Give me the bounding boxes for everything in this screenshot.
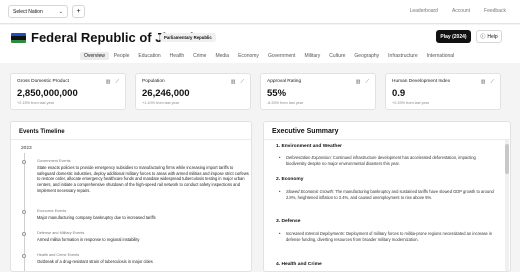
tab-international[interactable]: International [423, 52, 459, 60]
stat-change: +0.33% from last year [392, 101, 430, 105]
help-button[interactable]: ⓘ Help [476, 30, 502, 43]
event-text: Armed militia formation in response to r… [37, 237, 140, 242]
event-category: Economic Events [37, 209, 67, 213]
summary-section-heading: 1. Environment and Weather [276, 144, 342, 149]
government-badge: Parliamentary Republic [160, 33, 216, 42]
stat-label: Human Development Index [392, 79, 451, 84]
flag-band-bottom [11, 39, 26, 43]
leaderboard-link[interactable]: Leaderboard [410, 8, 438, 14]
stat-card-population: Population ▥ ⟋ 26,246,000 +1.10% from las… [135, 73, 251, 110]
summary-item-lead: Slowed Economic Growth: [286, 189, 335, 194]
account-link[interactable]: Account [452, 8, 470, 14]
stat-card-approval: Approval Rating ▥ ⟋ 55% -8.33% from last … [260, 73, 376, 110]
section-tabs: Overview People Education Health Crime M… [80, 52, 458, 60]
bullet-icon: • [279, 155, 281, 160]
stat-value: 26,246,000 [142, 88, 190, 99]
tab-people[interactable]: People [110, 52, 134, 60]
top-links: Leaderboard Account Feedback [410, 8, 506, 14]
summary-scrollbar[interactable] [505, 140, 509, 271]
chevron-down-icon: ⌄ [58, 8, 63, 15]
event-text: Outbreak of a drug-resistant strain of t… [37, 259, 153, 264]
tab-media[interactable]: Media [211, 52, 233, 60]
event-category: Health and Crime Events [37, 253, 80, 257]
nation-select[interactable]: Select Nation ⌄ [8, 5, 68, 18]
bar-chart-icon[interactable]: ▥ [231, 79, 236, 85]
nation-header: Federal Republic of Jimaria Parliamentar… [0, 25, 520, 63]
tab-economy[interactable]: Economy [234, 52, 263, 60]
nation-select-label: Select Nation [13, 8, 43, 15]
stat-value: 0.9 [392, 88, 406, 99]
bar-chart-icon[interactable]: ▥ [481, 79, 486, 85]
stat-value: 2,850,000,000 [17, 88, 78, 99]
top-bar: Select Nation ⌄ + Leaderboard Account Fe… [0, 0, 520, 24]
divider [264, 139, 510, 140]
stat-change: +2.15% from last year [17, 101, 55, 105]
event-text: State enacts policies to provide emergen… [37, 165, 249, 193]
scrollbar-thumb[interactable] [505, 144, 509, 174]
timeline-dot-icon [22, 160, 26, 164]
panel-title: Executive Summary [272, 128, 339, 135]
bar-chart-icon[interactable]: ▥ [106, 79, 111, 85]
help-icon: ⓘ [480, 34, 486, 40]
timeline-dot-icon [22, 210, 26, 214]
tab-health[interactable]: Health [166, 52, 188, 60]
stat-card-gdp: Gross Domestic Product ▥ ⟋ 2,850,000,000 … [10, 73, 126, 110]
tab-infrastructure[interactable]: Infrastructure [384, 52, 421, 60]
event-category: Defense and Military Events [37, 231, 85, 235]
summary-section-heading: 2. Economy [276, 177, 304, 182]
stat-change: +1.10% from last year [142, 101, 180, 105]
panel-title: Events Timeline [19, 129, 65, 135]
tab-military[interactable]: Military [300, 52, 324, 60]
play-button[interactable]: Play (2024) [436, 30, 471, 43]
bullet-icon: • [279, 231, 281, 236]
stat-card-hdi: Human Development Index ▥ ⟋ 0.9 +0.33% fr… [385, 73, 501, 110]
tab-geography[interactable]: Geography [350, 52, 383, 60]
summary-item-lead: Increased Internal Deployments: [286, 231, 345, 236]
summary-section-heading: 4. Health and Crime [276, 262, 322, 267]
stat-label: Approval Rating [267, 79, 302, 84]
event-category: Government Events [37, 159, 71, 163]
plus-icon: + [76, 8, 81, 15]
line-chart-icon[interactable]: ⟋ [365, 79, 369, 85]
feedback-link[interactable]: Feedback [484, 8, 506, 14]
bar-chart-icon[interactable]: ▥ [356, 79, 361, 85]
add-nation-button[interactable]: + [72, 5, 85, 18]
stats-row: Gross Domestic Product ▥ ⟋ 2,850,000,000 … [10, 73, 501, 110]
stat-change: -8.33% from last year [267, 101, 304, 105]
tab-education[interactable]: Education [134, 52, 164, 60]
events-timeline-panel: Events Timeline 2023 Government Events S… [10, 121, 252, 272]
divider [11, 139, 251, 140]
stat-value: 55% [267, 88, 287, 99]
tab-culture[interactable]: Culture [325, 52, 349, 60]
timeline-year: 2023 [21, 146, 32, 151]
help-label: Help [487, 33, 498, 40]
nation-flag [11, 33, 26, 43]
summary-section-heading: 3. Defense [276, 219, 301, 224]
timeline-dot-icon [22, 232, 26, 236]
tab-crime[interactable]: Crime [189, 52, 210, 60]
summary-item: • Slowed Economic Growth: The manufactur… [279, 189, 496, 200]
event-text: Major manufacturing company bankruptcy d… [37, 215, 156, 220]
line-chart-icon[interactable]: ⟋ [240, 79, 244, 85]
summary-item: • Increased Internal Deployments: Deploy… [279, 231, 496, 242]
tab-government[interactable]: Government [264, 52, 300, 60]
executive-summary-panel: Executive Summary 1. Environment and Wea… [263, 121, 511, 272]
summary-item-lead: Deforestation Expansion: [286, 155, 332, 160]
line-chart-icon[interactable]: ⟋ [490, 79, 494, 85]
timeline-dot-icon [22, 254, 26, 258]
stat-label: Gross Domestic Product [17, 79, 69, 84]
tab-overview[interactable]: Overview [80, 52, 109, 60]
bullet-icon: • [279, 189, 281, 194]
stat-label: Population [142, 79, 165, 84]
summary-item: • Deforestation Expansion: Continued inf… [279, 155, 496, 166]
line-chart-icon[interactable]: ⟋ [115, 79, 119, 85]
